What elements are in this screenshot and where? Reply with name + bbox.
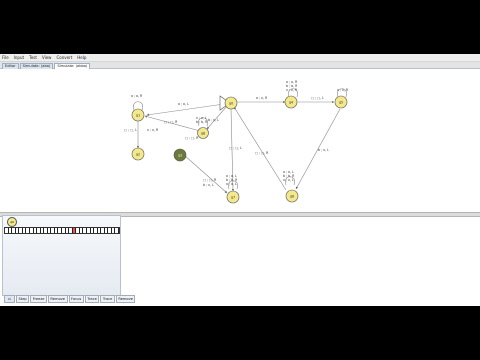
label-q3-q7-a: □ ; □, R	[203, 178, 217, 182]
tape	[4, 227, 120, 234]
remove-button-2[interactable]: Remove	[115, 295, 136, 303]
svg-text:q8: q8	[201, 132, 205, 136]
select-config-icon[interactable]: ▭	[4, 295, 15, 303]
menu-file[interactable]: File	[2, 54, 9, 61]
state-q0[interactable]: q0	[224, 96, 238, 110]
remove-button[interactable]: Remove	[47, 295, 68, 303]
menu-help[interactable]: Help	[77, 54, 86, 61]
label-q1-loop: a ; a, R	[131, 94, 143, 98]
label-q5-q6: b ; x, L	[318, 148, 329, 152]
label-q1-q2-a: □ ; □, L	[124, 128, 137, 132]
label-q0-q1: a ; a, L	[178, 102, 189, 106]
self-loops	[133, 88, 347, 190]
menu-convert[interactable]: Convert	[56, 54, 72, 61]
state-q3-current[interactable]: q3	[173, 148, 187, 162]
label-q7-q0: □ ; □, L	[229, 146, 242, 150]
menu-input[interactable]: Input	[14, 54, 24, 61]
label-q3-q7-b: b ; x, L	[203, 183, 214, 187]
step-button[interactable]: Step	[16, 295, 30, 303]
label-q4-loop-x: x ; x, R	[286, 88, 298, 92]
edge-q3-q7	[183, 154, 228, 194]
label-q4-q5: □ ; □, L	[311, 96, 324, 100]
label-q5-loop: x ; x, R	[337, 88, 349, 92]
label-q6-loop-x: x ; x, L	[283, 178, 294, 182]
label-q8-q1: □ ; □, R	[164, 120, 178, 124]
state-q8[interactable]: q8	[197, 127, 209, 139]
label-q7-loop-x: x ; x, L	[226, 182, 237, 186]
svg-text:q3: q3	[178, 154, 182, 158]
svg-text:q0: q0	[229, 102, 233, 106]
focus-button[interactable]: Focus	[68, 295, 84, 303]
state-q5[interactable]: q5	[334, 95, 348, 109]
jflap-window: File Input Test View Convert Help Editor…	[0, 54, 480, 306]
state-q2[interactable]: q2	[131, 147, 145, 161]
svg-text:q5: q5	[339, 101, 343, 105]
config-state-icon: q0	[7, 217, 17, 227]
trace-button-2[interactable]: Trace	[100, 295, 115, 303]
freeze-button[interactable]: Freeze	[30, 295, 47, 303]
simulation-panel: q0	[2, 215, 121, 296]
transition-labels: a ; a, L a ; x, R □ ; □, L a ; a, R a ; …	[124, 80, 349, 187]
svg-text:q6: q6	[290, 195, 294, 199]
menu-test[interactable]: Test	[29, 54, 37, 61]
tape-cell	[115, 228, 119, 233]
label-q8-loop-b: b ; b, R	[196, 120, 208, 124]
svg-text:q2: q2	[136, 153, 140, 157]
svg-text:q1: q1	[136, 114, 140, 118]
label-q1-q2-b: x ; x, R	[147, 128, 159, 132]
simulator-toolbar: ▭ Step Freeze Remove Focus Trace Trace R…	[4, 295, 136, 303]
trace-button[interactable]: Trace	[84, 295, 100, 303]
label-q0-q4: a ; x, R	[256, 96, 268, 100]
svg-text:q4: q4	[289, 101, 293, 105]
state-q7[interactable]: q7	[226, 190, 240, 204]
tab-strip: Editor Simulate: (aba) Simulate: (abba)	[0, 62, 480, 69]
state-q1[interactable]: q1	[131, 108, 145, 122]
svg-text:q7: q7	[231, 196, 235, 200]
menu-view[interactable]: View	[42, 54, 52, 61]
automaton-canvas[interactable]: a ; a, L a ; x, R □ ; □, L a ; a, R a ; …	[0, 69, 480, 214]
label-q3-q8: □ ; □, R	[185, 136, 199, 140]
label-q0-q8: b ; x, L	[208, 118, 219, 122]
label-q6-q0: □ ; □, R	[255, 151, 269, 155]
state-q6[interactable]: q6	[285, 189, 299, 203]
state-q4[interactable]: q4	[284, 95, 298, 109]
menu-bar: File Input Test View Convert Help	[0, 54, 480, 62]
